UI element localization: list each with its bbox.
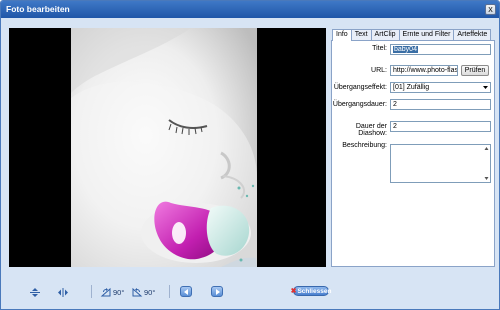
title-bar[interactable]: Foto bearbeiten x	[1, 1, 499, 18]
tab-artclip[interactable]: ArtClip	[370, 29, 400, 40]
titel-label: Titel:	[372, 45, 387, 52]
flip-vertical-button[interactable]	[29, 286, 41, 298]
flip-horizontal-icon	[58, 287, 68, 297]
url-label: URL:	[371, 67, 387, 74]
rotate-left-label: 90°	[113, 287, 125, 297]
rotate-right-label: 90°	[144, 287, 156, 297]
close-window-button[interactable]: x	[485, 4, 496, 15]
dauer-der-diashow-input[interactable]: 2	[390, 121, 491, 132]
close-icon: ✖	[290, 288, 297, 295]
flip-horizontal-button[interactable]	[57, 286, 69, 298]
info-panel: Titel: baby04 URL: http://www.photo-flas…	[331, 40, 495, 267]
uebergangseffekt-select[interactable]: [01] Zufällig	[390, 82, 491, 93]
image-toolbar: 90° 90° ✖ Schliessen	[9, 281, 332, 301]
photo-viewer	[9, 28, 326, 267]
chevron-down-icon	[483, 86, 488, 89]
rotate-right-button[interactable]: 90°	[131, 286, 155, 298]
schliessen-button[interactable]: ✖ Schliessen	[290, 286, 332, 296]
url-input[interactable]: http://www.photo-flash-	[390, 65, 458, 76]
rotate-right-icon	[132, 287, 143, 296]
tab-ernte-und-filter[interactable]: Ernte und Filter	[398, 29, 455, 40]
pruefen-button[interactable]: Prüfen	[461, 65, 489, 76]
tab-text[interactable]: Text	[350, 29, 372, 40]
uebergangseffekt-value: [01] Zufällig	[393, 84, 430, 91]
rotate-left-icon	[100, 287, 111, 296]
uebergangsdauer-label: Übergangsdauer:	[332, 101, 387, 108]
beschreibung-textarea[interactable]	[390, 144, 491, 183]
photo-preview	[71, 28, 257, 267]
tab-arteffekte[interactable]: Arteffekte	[453, 29, 492, 40]
previous-photo-button[interactable]	[180, 286, 192, 297]
scroll-down-icon[interactable]	[484, 176, 489, 181]
rotate-left-button[interactable]: 90°	[100, 286, 124, 298]
uebergangseffekt-label: Übergangseffekt:	[333, 84, 387, 91]
photo-edit-dialog: Foto bearbeiten x 90° 90° ✖ Schliessen I…	[0, 0, 500, 310]
toolbar-separator	[169, 285, 170, 298]
window-title: Foto bearbeiten	[6, 4, 70, 14]
scroll-up-icon[interactable]	[484, 146, 489, 151]
dauer-der-diashow-label: Dauer der Diashow:	[355, 123, 387, 137]
titel-value: baby04	[393, 46, 418, 53]
schliessen-label: Schliessen	[297, 287, 332, 295]
uebergangsdauer-input[interactable]: 2	[390, 99, 491, 110]
baby-photo-image	[71, 28, 257, 267]
beschreibung-label: Beschreibung:	[342, 142, 387, 149]
titel-input[interactable]: baby04	[390, 44, 491, 55]
toolbar-separator	[91, 285, 92, 298]
next-photo-button[interactable]	[211, 286, 223, 297]
tab-info[interactable]: Info	[332, 29, 352, 41]
flip-vertical-icon	[30, 287, 40, 297]
